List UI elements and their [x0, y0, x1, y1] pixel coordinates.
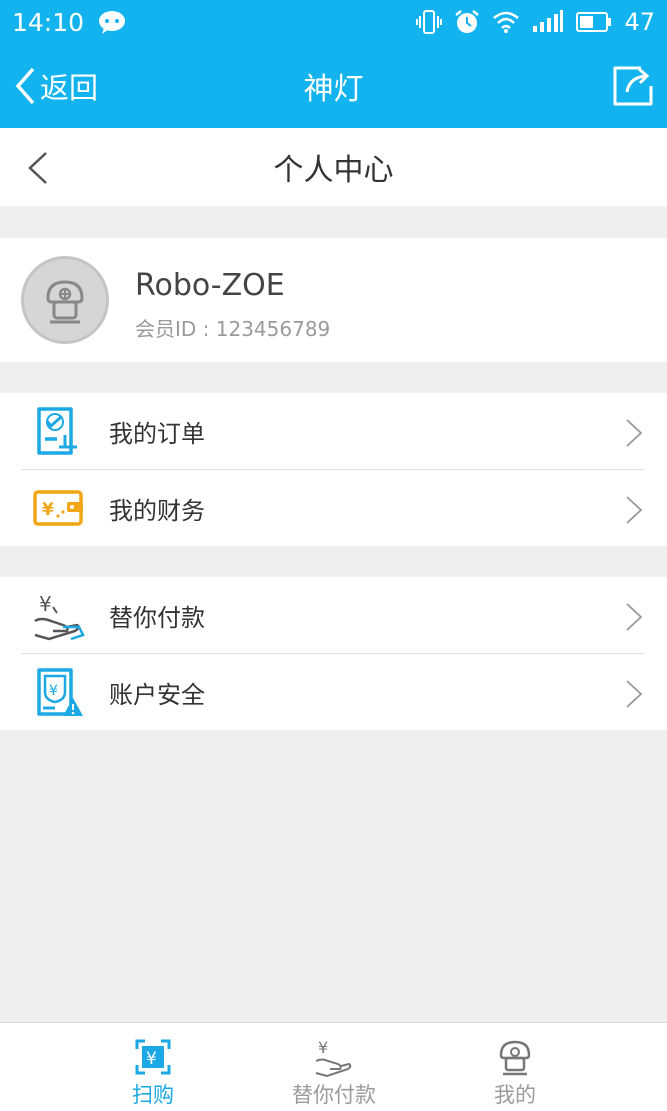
tab-label: 替你付款 — [292, 1083, 376, 1107]
menu-item-my-finance[interactable]: ¥ 我的财务 — [0, 470, 667, 546]
signal-icon — [533, 10, 564, 32]
profile-card[interactable]: Robo-ZOE 会员ID : 123456789 — [0, 238, 667, 362]
account-security-icon: ¥ — [37, 668, 83, 716]
page-title: 个人中心 — [273, 153, 394, 188]
menu-item-account-security[interactable]: ¥ 账户安全 — [0, 654, 667, 730]
svg-text:¥: ¥ — [318, 1038, 328, 1057]
menu-item-pay-for-you[interactable]: ¥ 替你付款 — [0, 577, 667, 653]
menu-item-label: 我的财务 — [109, 496, 205, 525]
menu-item-label: 账户安全 — [109, 680, 205, 709]
bottom-tab-bar: ¥ 扫购 ¥ 替你付款 我的 — [0, 1022, 667, 1111]
menu-item-label: 我的订单 — [109, 419, 205, 448]
username: Robo-ZOE — [135, 268, 285, 303]
member-id: 会员ID : 123456789 — [135, 317, 331, 341]
chevron-right-icon — [626, 680, 643, 708]
menu-group-orders: 我的订单 ¥ 我的财务 — [0, 393, 667, 546]
wallet-icon: ¥ — [33, 490, 83, 526]
pay-for-you-icon: ¥ — [34, 592, 85, 641]
menu-item-my-orders[interactable]: 我的订单 — [0, 393, 667, 469]
menu-group-payment: ¥ 替你付款 ¥ 账户安全 — [0, 577, 667, 730]
svg-text:¥: ¥ — [39, 592, 52, 616]
pay-for-you-icon: ¥ — [315, 1038, 352, 1077]
status-bar: 14:10 47 — [0, 0, 667, 44]
menu-item-label: 替你付款 — [109, 603, 205, 632]
battery-level: 47 — [624, 8, 655, 36]
page-header: 个人中心 — [0, 128, 667, 206]
scan-buy-icon: ¥ — [135, 1039, 171, 1075]
battery-icon — [576, 12, 612, 32]
svg-text:¥: ¥ — [146, 1049, 157, 1069]
chevron-right-icon — [626, 496, 643, 524]
share-icon[interactable] — [611, 64, 655, 108]
vibrate-icon — [416, 10, 443, 34]
order-icon — [37, 407, 77, 455]
chevron-right-icon — [626, 419, 643, 447]
alarm-icon — [455, 10, 480, 33]
tab-scan-buy[interactable]: ¥ 扫购 — [73, 1023, 233, 1111]
robot-avatar-icon — [46, 280, 84, 324]
svg-text:¥: ¥ — [42, 500, 54, 520]
tab-pay-for-you[interactable]: ¥ 替你付款 — [254, 1023, 414, 1111]
status-time: 14:10 — [12, 7, 85, 37]
tab-label: 扫购 — [132, 1083, 174, 1107]
chevron-right-icon — [626, 603, 643, 631]
chat-bubble-icon — [99, 11, 126, 34]
tab-label: 我的 — [494, 1083, 536, 1107]
svg-text:¥: ¥ — [49, 683, 58, 699]
tab-mine[interactable]: 我的 — [435, 1023, 595, 1111]
avatar[interactable] — [21, 256, 109, 344]
nav-bar: 返回 神灯 — [0, 44, 667, 128]
profile-icon — [499, 1040, 531, 1076]
app-title: 神灯 — [303, 72, 364, 107]
wifi-icon — [493, 11, 520, 33]
